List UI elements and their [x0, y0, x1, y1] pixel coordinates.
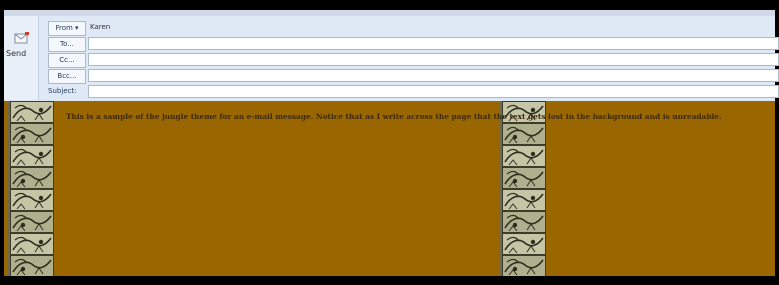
send-button[interactable]: Send: [4, 16, 39, 100]
ribbon-edge: [4, 10, 775, 16]
from-account: Karen: [90, 23, 111, 31]
bcc-row: Bcc...: [42, 69, 779, 84]
jungle-tile: [502, 123, 546, 145]
subject-row: Subject:: [42, 85, 779, 98]
message-body[interactable]: This is a sample of the jungle theme for…: [4, 101, 775, 276]
jungle-tile: [10, 233, 54, 255]
jungle-tile: [10, 167, 54, 189]
jungle-tile: [502, 255, 546, 276]
send-icon: [14, 32, 29, 44]
jungle-tile: [10, 189, 54, 211]
subject-label: Subject:: [48, 87, 77, 95]
jungle-tile: [10, 145, 54, 167]
bcc-field[interactable]: [88, 69, 779, 82]
bottom-border: [0, 276, 779, 285]
to-field[interactable]: [88, 37, 779, 50]
jungle-tile: [10, 255, 54, 276]
jungle-border-middle: [500, 101, 546, 276]
jungle-tile: [502, 145, 546, 167]
compose-header: Send From ▾ Karen To... Cc... Bcc... Sub…: [4, 10, 779, 101]
chevron-down-icon: ▾: [75, 24, 79, 32]
jungle-tile: [502, 211, 546, 233]
cc-row: Cc...: [42, 53, 779, 68]
cc-button[interactable]: Cc...: [48, 53, 86, 68]
from-label: From: [55, 24, 73, 32]
top-border: [0, 0, 779, 10]
message-text: This is a sample of the jungle theme for…: [66, 112, 722, 121]
from-row: From ▾ Karen: [42, 21, 777, 36]
jungle-tile: [10, 101, 54, 123]
to-row: To...: [42, 37, 779, 52]
cc-field[interactable]: [88, 53, 779, 66]
to-button[interactable]: To...: [48, 37, 86, 52]
from-button[interactable]: From ▾: [48, 21, 86, 36]
subject-field[interactable]: [88, 85, 779, 98]
jungle-tile: [502, 189, 546, 211]
jungle-tile: [502, 233, 546, 255]
bcc-button[interactable]: Bcc...: [48, 69, 86, 84]
jungle-tile: [10, 123, 54, 145]
jungle-border-left: [8, 101, 54, 276]
send-label: Send: [6, 49, 27, 58]
jungle-tile: [10, 211, 54, 233]
jungle-tile: [502, 167, 546, 189]
